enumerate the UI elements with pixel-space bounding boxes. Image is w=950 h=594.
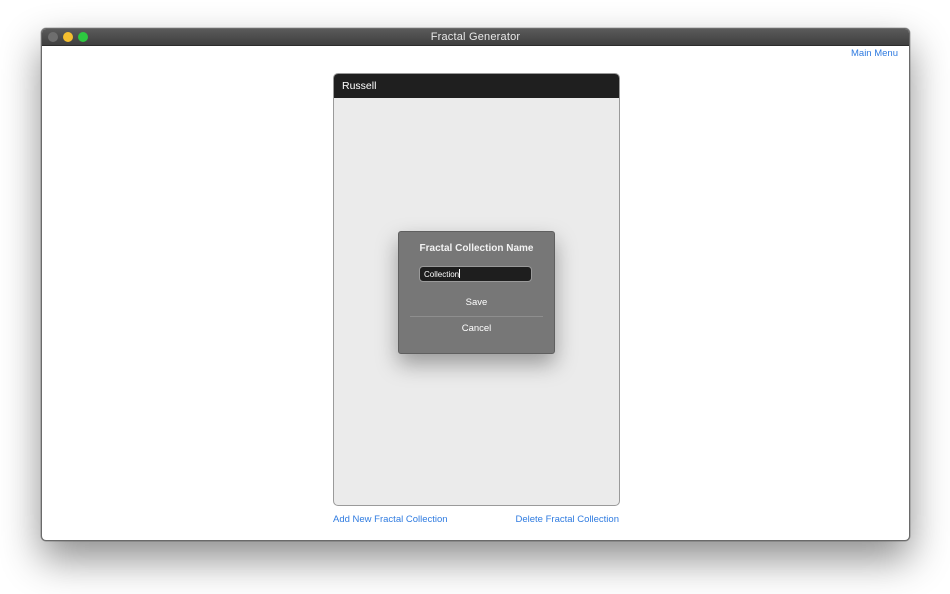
window-title: Fractal Generator xyxy=(430,31,521,43)
cancel-button[interactable]: Cancel xyxy=(410,319,543,339)
collection-name-dialog: Fractal Collection Name Collection Save … xyxy=(398,231,555,354)
save-button[interactable]: Save xyxy=(410,293,543,313)
panel-header: Russell xyxy=(334,74,619,98)
app-window: Fractal Generator Main Menu Russell Frac… xyxy=(41,28,910,541)
collection-name-input[interactable]: Collection xyxy=(419,266,532,282)
panel-title: Russell xyxy=(342,80,377,92)
title-bar[interactable]: Fractal Generator xyxy=(42,29,909,46)
dialog-title: Fractal Collection Name xyxy=(419,243,534,254)
add-collection-link[interactable]: Add New Fractal Collection xyxy=(333,514,448,525)
delete-collection-link[interactable]: Delete Fractal Collection xyxy=(516,514,620,525)
main-menu-link[interactable]: Main Menu xyxy=(851,48,898,59)
text-caret xyxy=(459,269,461,278)
collection-name-value: Collection xyxy=(424,270,460,279)
dialog-divider xyxy=(410,316,543,317)
